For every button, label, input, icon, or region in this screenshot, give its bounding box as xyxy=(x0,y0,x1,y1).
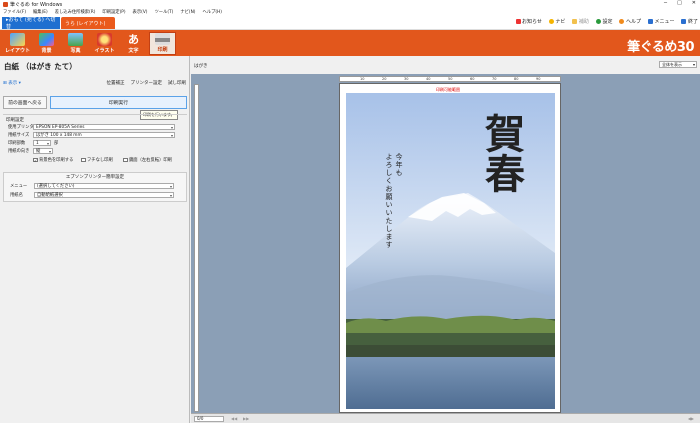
paper-label: 用紙サイズ xyxy=(8,133,30,138)
postcard-image[interactable]: 賀春 今年も よろしくお願いいたします xyxy=(346,93,555,409)
printer-settings-link[interactable]: プリンター設定 xyxy=(131,80,163,86)
help-bar: お知らせ ナビ 補助 設定 ヘルプ メニュー 終了 xyxy=(515,18,698,25)
zoom-select[interactable]: 全体を表示 xyxy=(659,61,697,68)
menu-tools[interactable]: ツール(T) xyxy=(154,9,173,15)
notice-link[interactable]: お知らせ xyxy=(515,18,542,25)
menu-help[interactable]: ヘルプ(H) xyxy=(202,9,221,15)
bulb-icon xyxy=(548,19,554,24)
test-print-link[interactable]: 試し印刷 xyxy=(168,80,186,86)
printer-select[interactable]: EPSON EP-805A Series xyxy=(33,124,175,130)
copies-stepper[interactable]: 1 xyxy=(33,140,51,146)
panel-links: 位置補正 プリンター設定 試し印刷 xyxy=(107,80,187,86)
photo-icon xyxy=(68,33,83,46)
print-settings-panel: 白紙 （はがき たて） ⊞ 表示 ▾ 位置補正 プリンター設定 試し印刷 前の画… xyxy=(0,56,190,423)
display-toggle[interactable]: ⊞ 表示 ▾ xyxy=(3,80,21,86)
notice-icon xyxy=(515,19,521,24)
back-button[interactable]: 前の画面へ戻る xyxy=(3,96,47,109)
gear-icon xyxy=(595,19,601,24)
tab-omote[interactable]: ▸おもて (宛てる) へ切替 xyxy=(2,17,60,30)
menu-edit[interactable]: 編集(E) xyxy=(33,9,48,15)
next-page-icon[interactable]: ▶▶ xyxy=(243,416,249,421)
window-controls: ─ □ ✕ xyxy=(664,0,696,6)
menu-icon xyxy=(647,19,653,24)
maximize-icon[interactable]: □ xyxy=(677,0,682,6)
orientation-label: 用紙の向き xyxy=(8,149,30,154)
copies-unit: 部 xyxy=(54,141,59,146)
text-icon: あ xyxy=(128,33,139,46)
ruler-left xyxy=(194,84,199,412)
minimize-icon[interactable]: ─ xyxy=(664,0,667,6)
menu-view[interactable]: 表示(V) xyxy=(133,9,148,15)
window-title-bar: 筆ぐるめ for Windows ─ □ ✕ xyxy=(0,0,700,8)
app-icon xyxy=(3,1,8,7)
page-end-icon[interactable]: ◀▶ xyxy=(688,416,694,421)
printer-icon xyxy=(155,33,170,45)
assist-icon xyxy=(572,19,578,24)
main-toolbar: レイアウト 背景 写真 イラスト あ 文字 印刷 筆ぐるめ30 xyxy=(0,30,700,56)
panel-title: 白紙 （はがき たて） xyxy=(4,62,77,71)
epson-paper-label: 用紙名 xyxy=(10,193,23,198)
position-adjust-link[interactable]: 位置補正 xyxy=(107,80,125,86)
preview-header: はがき 全体を表示 xyxy=(191,56,700,74)
menu-bar: ファイル(F) 編集(E) 差し込み住所検索(R) 印刷設定(P) 表示(V) … xyxy=(0,8,700,16)
menu-link[interactable]: メニュー xyxy=(647,18,674,25)
window-title: 筆ぐるめ for Windows xyxy=(10,1,63,8)
epson-settings-section: エプソンプリンター簡単設定 メニュー (選択してください) 用紙名 自動給紙選択 xyxy=(3,172,187,202)
borderless-checkbox[interactable]: フチなし印刷 xyxy=(81,157,113,163)
preview-status-bar: 0/0 ◀◀ ▶▶ ◀▶ xyxy=(191,413,700,423)
menu-navi[interactable]: ナビ(N) xyxy=(180,9,195,15)
exit-icon xyxy=(681,19,687,24)
print-execute-button[interactable]: 印刷実行 xyxy=(50,96,187,109)
menu-merge[interactable]: 差し込み住所検索(R) xyxy=(55,9,96,15)
page-indicator: 0/0 xyxy=(194,415,224,422)
menu-print-settings[interactable]: 印刷設定(P) xyxy=(102,9,125,15)
greeting-text: 賀春 xyxy=(478,113,525,193)
menu-file[interactable]: ファイル(F) xyxy=(3,9,26,15)
help-link[interactable]: ヘルプ xyxy=(619,18,641,25)
epson-head: エプソンプリンター簡単設定 xyxy=(65,175,125,180)
mirror-print-checkbox[interactable]: 鏡面（左右反転）印刷 xyxy=(123,157,172,163)
tab-ura[interactable]: うら (レイアウト) xyxy=(61,17,115,29)
ruler-top: 10 20 30 40 50 60 70 80 90 xyxy=(339,76,561,82)
print-settings-section: 印刷設定 使用プリンター EPSON EP-805A Series 用紙サイズ … xyxy=(3,114,187,170)
tool-illust[interactable]: イラスト xyxy=(91,32,118,55)
illust-icon xyxy=(97,33,112,46)
navi-link[interactable]: ナビ xyxy=(548,18,565,25)
tool-photo[interactable]: 写真 xyxy=(62,32,89,55)
checkbox-icon xyxy=(123,157,128,163)
tool-background[interactable]: 背景 xyxy=(33,32,60,55)
checkbox-icon xyxy=(81,157,86,163)
paper-size-select[interactable]: はがき 100 x 148 mm xyxy=(33,132,175,138)
layout-icon xyxy=(10,33,25,46)
background-icon xyxy=(39,33,54,46)
help-icon xyxy=(619,19,625,24)
close-icon[interactable]: ✕ xyxy=(692,0,696,6)
settings-link[interactable]: 設定 xyxy=(595,18,612,25)
exit-link[interactable]: 終了 xyxy=(681,18,698,25)
preview-label: はがき xyxy=(194,64,208,69)
panel-subbar: ⊞ 表示 ▾ 位置補正 プリンター設定 試し印刷 xyxy=(0,78,190,88)
settings-head: 印刷設定 xyxy=(6,118,24,123)
epson-paper-select[interactable]: 自動給紙選択 xyxy=(34,192,174,198)
prev-page-icon[interactable]: ◀◀ xyxy=(231,416,237,421)
assist-link[interactable]: 補助 xyxy=(572,18,589,25)
message-col-2: よろしくお願いいたします xyxy=(385,153,393,249)
preview-area: はがき 全体を表示 10 20 30 40 50 60 70 80 90 印刷可… xyxy=(191,56,700,423)
epson-menu-select[interactable]: (選択してください) xyxy=(34,183,174,189)
copies-label: 印刷部数 xyxy=(8,141,26,146)
checkbox-checked-icon: ✓ xyxy=(33,157,38,163)
background-print-checkbox[interactable]: ✓ 背景色を印刷する xyxy=(33,157,73,163)
message-col-1: 今年も xyxy=(395,153,403,177)
tool-layout[interactable]: レイアウト xyxy=(4,32,31,55)
tool-print[interactable]: 印刷 xyxy=(149,32,176,55)
orientation-select[interactable]: 縦 xyxy=(33,148,53,154)
epson-menu-label: メニュー xyxy=(10,184,28,189)
brand-logo: 筆ぐるめ30 xyxy=(627,40,694,55)
tool-text[interactable]: あ 文字 xyxy=(120,32,147,55)
